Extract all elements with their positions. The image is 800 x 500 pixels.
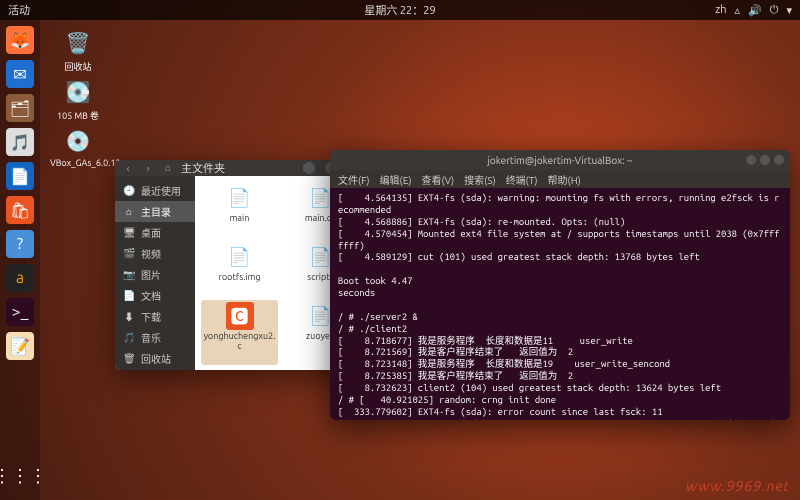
menu-caret-icon[interactable]: ▾ [786, 4, 792, 17]
file-item[interactable]: 📁文档 [201, 369, 278, 370]
sidebar-label: 文档 [141, 288, 161, 303]
sidebar-icon: 🎵 [123, 332, 135, 344]
terminal-window: jokertim@jokertim-VirtualBox: ~ 文件(F) 编辑(… [330, 150, 790, 420]
sidebar-item-7[interactable]: 🎵 音乐 [115, 327, 195, 348]
desktop-trash[interactable]: 🗑️ 回收站 [50, 28, 106, 73]
fm-minimize-button[interactable] [303, 162, 315, 174]
dock-help[interactable]: ? [6, 230, 34, 258]
cd-icon: 💿 [63, 126, 93, 156]
dock-amazon[interactable]: a [6, 264, 34, 292]
desktop-label: VBox_GAs_6.0.12 [50, 158, 106, 168]
file-label: yonghuchengxu2.c [203, 332, 276, 352]
sidebar-label: 最近使用 [141, 183, 181, 198]
file-item[interactable]: 🅲yonghuchengxu2.c [201, 300, 278, 365]
desktop-label: 回收站 [50, 60, 106, 73]
dock-thunderbird[interactable]: ✉ [6, 60, 34, 88]
dock-notes[interactable]: 📝 [6, 332, 34, 360]
dock-writer[interactable]: 📄 [6, 162, 34, 190]
sidebar-icon: 🖥 [123, 227, 135, 239]
status-area[interactable]: zh ▵ 🔊 ⏻ ▾ [715, 4, 792, 17]
term-menu-item[interactable]: 搜索(S) [464, 172, 496, 187]
term-minimize-button[interactable] [746, 155, 756, 165]
sidebar-item-3[interactable]: 🎬 视频 [115, 243, 195, 264]
file-label: rootfs.img [203, 273, 276, 283]
fm-sidebar: 🕘最近使用⌂主目录🖥桌面🎬视频📷图片📄文档⬇下载🎵音乐🗑回收站💿VBox_GA…… [115, 176, 195, 370]
dock-software[interactable]: 🛍 [6, 196, 34, 224]
sidebar-icon: ⌂ [123, 206, 135, 218]
sidebar-icon: 🗑 [123, 353, 135, 365]
fm-title: 主文件夹 [181, 160, 293, 176]
watermark: www.9969.net [686, 478, 790, 494]
dock-files[interactable]: 🗂 [6, 94, 34, 122]
sidebar-icon: ⬇ [123, 309, 135, 324]
desktop-label: 105 MB 卷 [50, 109, 106, 122]
term-close-button[interactable] [774, 155, 784, 165]
network-icon[interactable]: ▵ [735, 4, 741, 17]
sidebar-item-0[interactable]: 🕘 最近使用 [115, 180, 195, 201]
file-icon: 📄 [226, 243, 254, 271]
term-menu-item[interactable]: 文件(F) [338, 172, 370, 187]
power-icon[interactable]: ⏻ [770, 4, 779, 17]
file-icon: 🅲 [226, 302, 254, 330]
sidebar-icon: 📄 [123, 290, 135, 302]
sidebar-label: 视频 [141, 246, 161, 261]
dock-firefox[interactable]: 🦊 [6, 26, 34, 54]
sidebar-icon: 🕘 [123, 185, 135, 197]
sidebar-label: 音乐 [141, 330, 161, 345]
term-menu-item[interactable]: 编辑(E) [380, 172, 412, 187]
term-menu-item[interactable]: 终端(T) [506, 172, 538, 187]
nav-back-button[interactable]: ‹ [121, 161, 135, 175]
terminal-titlebar[interactable]: jokertim@jokertim-VirtualBox: ~ [330, 150, 790, 170]
sidebar-label: 桌面 [141, 225, 161, 240]
activities-button[interactable]: 活动 [8, 2, 30, 18]
clock[interactable]: 星期六 22：29 [364, 2, 435, 18]
sidebar-label: 图片 [141, 267, 161, 282]
terminal-output[interactable]: [ 4.564135] EXT4-fs (sda): warning: moun… [330, 188, 790, 420]
dock-terminal[interactable]: >_ [6, 298, 34, 326]
sidebar-label: 回收站 [141, 351, 171, 366]
sidebar-item-6[interactable]: ⬇ 下载 [115, 306, 195, 327]
file-item[interactable]: 📄 main [201, 182, 278, 237]
sidebar-item-5[interactable]: 📄 文档 [115, 285, 195, 306]
file-item[interactable]: 📄 rootfs.img [201, 241, 278, 296]
sidebar-label: 下载 [141, 309, 161, 324]
nav-forward-button[interactable]: › [141, 161, 155, 175]
file-label: main [203, 214, 276, 224]
sidebar-item-1[interactable]: ⌂ 主目录 [115, 201, 195, 222]
sidebar-icon: 📷 [123, 269, 135, 281]
sidebar-label: 主目录 [141, 204, 171, 219]
desktop-volume[interactable]: 💽 105 MB 卷 [50, 77, 106, 122]
desktop-vbox[interactable]: 💿 VBox_GAs_6.0.12 [50, 126, 106, 168]
dock-rhythmbox[interactable]: 🎵 [6, 128, 34, 156]
term-maximize-button[interactable] [760, 155, 770, 165]
top-panel: 活动 星期六 22：29 zh ▵ 🔊 ⏻ ▾ [0, 0, 800, 20]
sidebar-item-2[interactable]: 🖥 桌面 [115, 222, 195, 243]
home-icon[interactable]: ⌂ [161, 161, 175, 175]
show-apps-button[interactable]: ⋮⋮⋮ [6, 462, 34, 490]
terminal-menubar: 文件(F) 编辑(E) 查看(V) 搜索(S) 终端(T) 帮助(H) [330, 170, 790, 188]
dock: 🦊 ✉ 🗂 🎵 📄 🛍 ? a >_ 📝 ⋮⋮⋮ [0, 20, 40, 500]
volume-icon[interactable]: 🔊 [748, 4, 762, 17]
sidebar-item-4[interactable]: 📷 图片 [115, 264, 195, 285]
file-manager-window: ‹ › ⌂ 主文件夹 🕘 最近使用 ⌂ 主目录 🖥 桌面 🎬 视频 📷 图片 📄 文档 ⬇ 下载 🎵 音乐 🗑 回… [115, 160, 365, 370]
term-menu-item[interactable]: 帮助(H) [548, 172, 581, 187]
input-lang[interactable]: zh [715, 4, 726, 16]
desktop-icons: 🗑️ 回收站 💽 105 MB 卷 💿 VBox_GAs_6.0.12 [50, 28, 106, 168]
terminal-title: jokertim@jokertim-VirtualBox: ~ [487, 155, 632, 166]
term-menu-item[interactable]: 查看(V) [421, 172, 454, 187]
fm-titlebar[interactable]: ‹ › ⌂ 主文件夹 [115, 160, 365, 176]
trash-icon: 🗑️ [63, 28, 93, 58]
file-icon: 📄 [226, 184, 254, 212]
sidebar-item-8[interactable]: 🗑 回收站 [115, 348, 195, 369]
sidebar-icon: 🎬 [123, 248, 135, 260]
disk-icon: 💽 [63, 77, 93, 107]
